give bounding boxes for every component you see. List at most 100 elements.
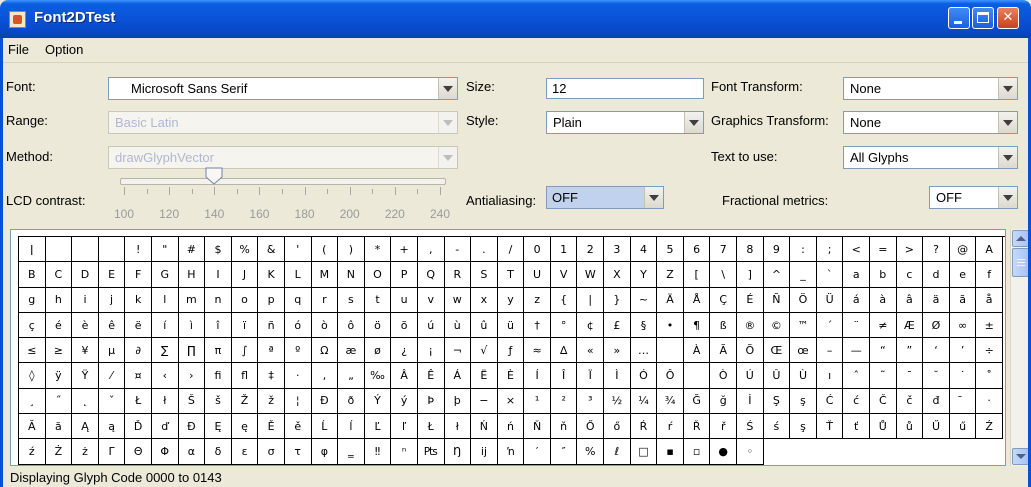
glyph-cell[interactable]: f: [976, 262, 1003, 288]
glyph-cell[interactable]: 4: [630, 237, 658, 263]
glyph-cell[interactable]: P: [391, 262, 418, 288]
glyph-cell[interactable]: t: [364, 287, 392, 313]
glyph-cell[interactable]: ç: [19, 312, 46, 339]
glyph-cell[interactable]: a: [843, 262, 870, 288]
glyph-cell[interactable]: Å: [683, 287, 711, 313]
glyph-cell[interactable]: V: [550, 262, 578, 288]
glyph-cell[interactable]: ;: [816, 237, 844, 263]
glyph-cell[interactable]: {: [550, 287, 578, 313]
glyph-cell[interactable]: ⁄: [98, 363, 126, 389]
glyph-cell[interactable]: ŕ: [657, 414, 684, 440]
glyph-cell[interactable]: Ş: [763, 388, 791, 415]
glyph-cell[interactable]: ▫: [683, 439, 711, 465]
glyph-cell[interactable]: ∑: [151, 338, 179, 364]
glyph-cell[interactable]: 2: [577, 237, 605, 263]
antialiasing-arrow[interactable]: [644, 187, 663, 208]
glyph-cell[interactable]: ©: [763, 312, 791, 339]
glyph-cell[interactable]: r: [311, 287, 339, 313]
glyph-cell[interactable]: µ: [98, 338, 126, 364]
lcd-contrast-slider-thumb[interactable]: [205, 167, 223, 185]
glyph-cell[interactable]: −: [471, 388, 498, 415]
glyph-cell[interactable]: ±: [976, 312, 1003, 339]
glyph-cell[interactable]: ⁿ: [391, 439, 418, 465]
glyph-cell[interactable]: ı: [816, 363, 844, 389]
glyph-cell[interactable]: ľ: [391, 414, 418, 440]
glyph-cell[interactable]: à: [870, 287, 897, 313]
glyph-cell[interactable]: ‹: [151, 363, 179, 389]
glyph-cell[interactable]: e: [949, 262, 977, 288]
glyph-cell[interactable]: ˜: [870, 363, 897, 389]
glyph-cell[interactable]: j: [98, 287, 126, 313]
glyph-cell[interactable]: X: [604, 262, 631, 288]
glyph-cell[interactable]: I: [205, 262, 232, 288]
glyph-cell[interactable]: O: [364, 262, 392, 288]
glyph-cell[interactable]: Ű: [923, 414, 950, 440]
glyph-cell[interactable]: Œ: [763, 338, 791, 364]
glyph-cell[interactable]: A: [976, 237, 1003, 263]
glyph-cell[interactable]: ﬂ: [231, 363, 259, 389]
glyph-cell[interactable]: ú: [417, 312, 445, 339]
glyph-cell[interactable]: ?: [923, 237, 950, 263]
glyph-cell[interactable]: @: [949, 237, 977, 263]
glyph-cell[interactable]: $: [205, 237, 232, 263]
glyph-cell[interactable]: Ż: [45, 439, 73, 465]
glyph-cell[interactable]: %: [231, 237, 259, 263]
glyph-cell[interactable]: Ň: [524, 414, 551, 440]
fractional-metrics-select[interactable]: OFF: [929, 186, 1018, 209]
glyph-cell[interactable]: ^: [763, 262, 791, 288]
glyph-cell[interactable]: Ù: [790, 363, 817, 389]
range-select[interactable]: Basic Latin: [108, 111, 458, 134]
glyph-cell[interactable]: ‼: [364, 439, 392, 465]
glyph-cell[interactable]: 3: [604, 237, 631, 263]
glyph-cell[interactable]: [683, 363, 711, 389]
glyph-cell[interactable]: ü: [497, 312, 525, 339]
glyph-cell[interactable]: B: [19, 262, 46, 288]
glyph-cell[interactable]: 1: [550, 237, 578, 263]
glyph-cell[interactable]: τ: [284, 439, 312, 465]
glyph-cell[interactable]: Θ: [125, 439, 152, 465]
glyph-cell[interactable]: Ó: [630, 363, 658, 389]
glyph-cell[interactable]: ę: [231, 414, 259, 440]
glyph-cell[interactable]: ‚: [311, 363, 339, 389]
glyph-cell[interactable]: Ø: [923, 312, 950, 339]
title-bar[interactable]: Font2DTest ✕: [0, 0, 1031, 38]
glyph-cell[interactable]: .: [471, 237, 498, 263]
graphics-transform-arrow[interactable]: [998, 112, 1017, 133]
glyph-cell[interactable]: 8: [737, 237, 764, 263]
glyph-cell[interactable]: l: [151, 287, 179, 313]
glyph-cell[interactable]: þ: [444, 388, 472, 415]
glyph-cell[interactable]: δ: [205, 439, 232, 465]
glyph-cell[interactable]: Ĺ: [311, 414, 339, 440]
glyph-cell[interactable]: á: [843, 287, 870, 313]
glyph-cell[interactable]: Ω: [311, 338, 339, 364]
glyph-cell[interactable]: ß: [710, 312, 738, 339]
glyph-cell[interactable]: 6: [683, 237, 711, 263]
glyph-cell[interactable]: ã: [949, 287, 977, 313]
glyph-panel[interactable]: ǀ! " # $% & '() * +, -./0 1 2 3 4 5 6 7 8 9:; < = >? @ A B C D E F G…: [10, 229, 1006, 466]
glyph-cell[interactable]: ŉ: [497, 439, 525, 465]
glyph-cell[interactable]: √: [471, 338, 498, 364]
glyph-cell[interactable]: ¹: [524, 388, 551, 415]
glyph-grid[interactable]: ǀ! " # $% & '() * +, -./0 1 2 3 4 5 6 7 8 9:; < = >? @ A B C D E F G…: [18, 236, 1005, 465]
fractional-metrics-arrow[interactable]: [998, 187, 1017, 208]
glyph-cell[interactable]: Ê: [417, 363, 445, 389]
glyph-cell[interactable]: 7: [710, 237, 738, 263]
glyph-cell[interactable]: E: [98, 262, 126, 288]
glyph-cell[interactable]: z: [524, 287, 551, 313]
glyph-cell[interactable]: G: [151, 262, 179, 288]
glyph-cell[interactable]: [98, 237, 126, 263]
glyph-cell[interactable]: w: [444, 287, 472, 313]
glyph-cell[interactable]: ï: [231, 312, 259, 339]
glyph-cell[interactable]: ≈: [524, 338, 551, 364]
glyph-cell[interactable]: ÿ: [45, 363, 73, 389]
glyph-cell[interactable]: Z: [657, 262, 684, 288]
glyph-cell[interactable]: †: [524, 312, 551, 339]
glyph-cell[interactable]: φ: [311, 439, 339, 465]
glyph-cell[interactable]: “: [870, 338, 897, 364]
glyph-cell[interactable]: #: [178, 237, 206, 263]
glyph-cell[interactable]: Ã: [710, 338, 738, 364]
glyph-cell[interactable]: „: [338, 363, 365, 389]
glyph-cell[interactable]: ﬁ: [205, 363, 232, 389]
glyph-cell[interactable]: }: [604, 287, 631, 313]
glyph-cell[interactable]: ä: [923, 287, 950, 313]
